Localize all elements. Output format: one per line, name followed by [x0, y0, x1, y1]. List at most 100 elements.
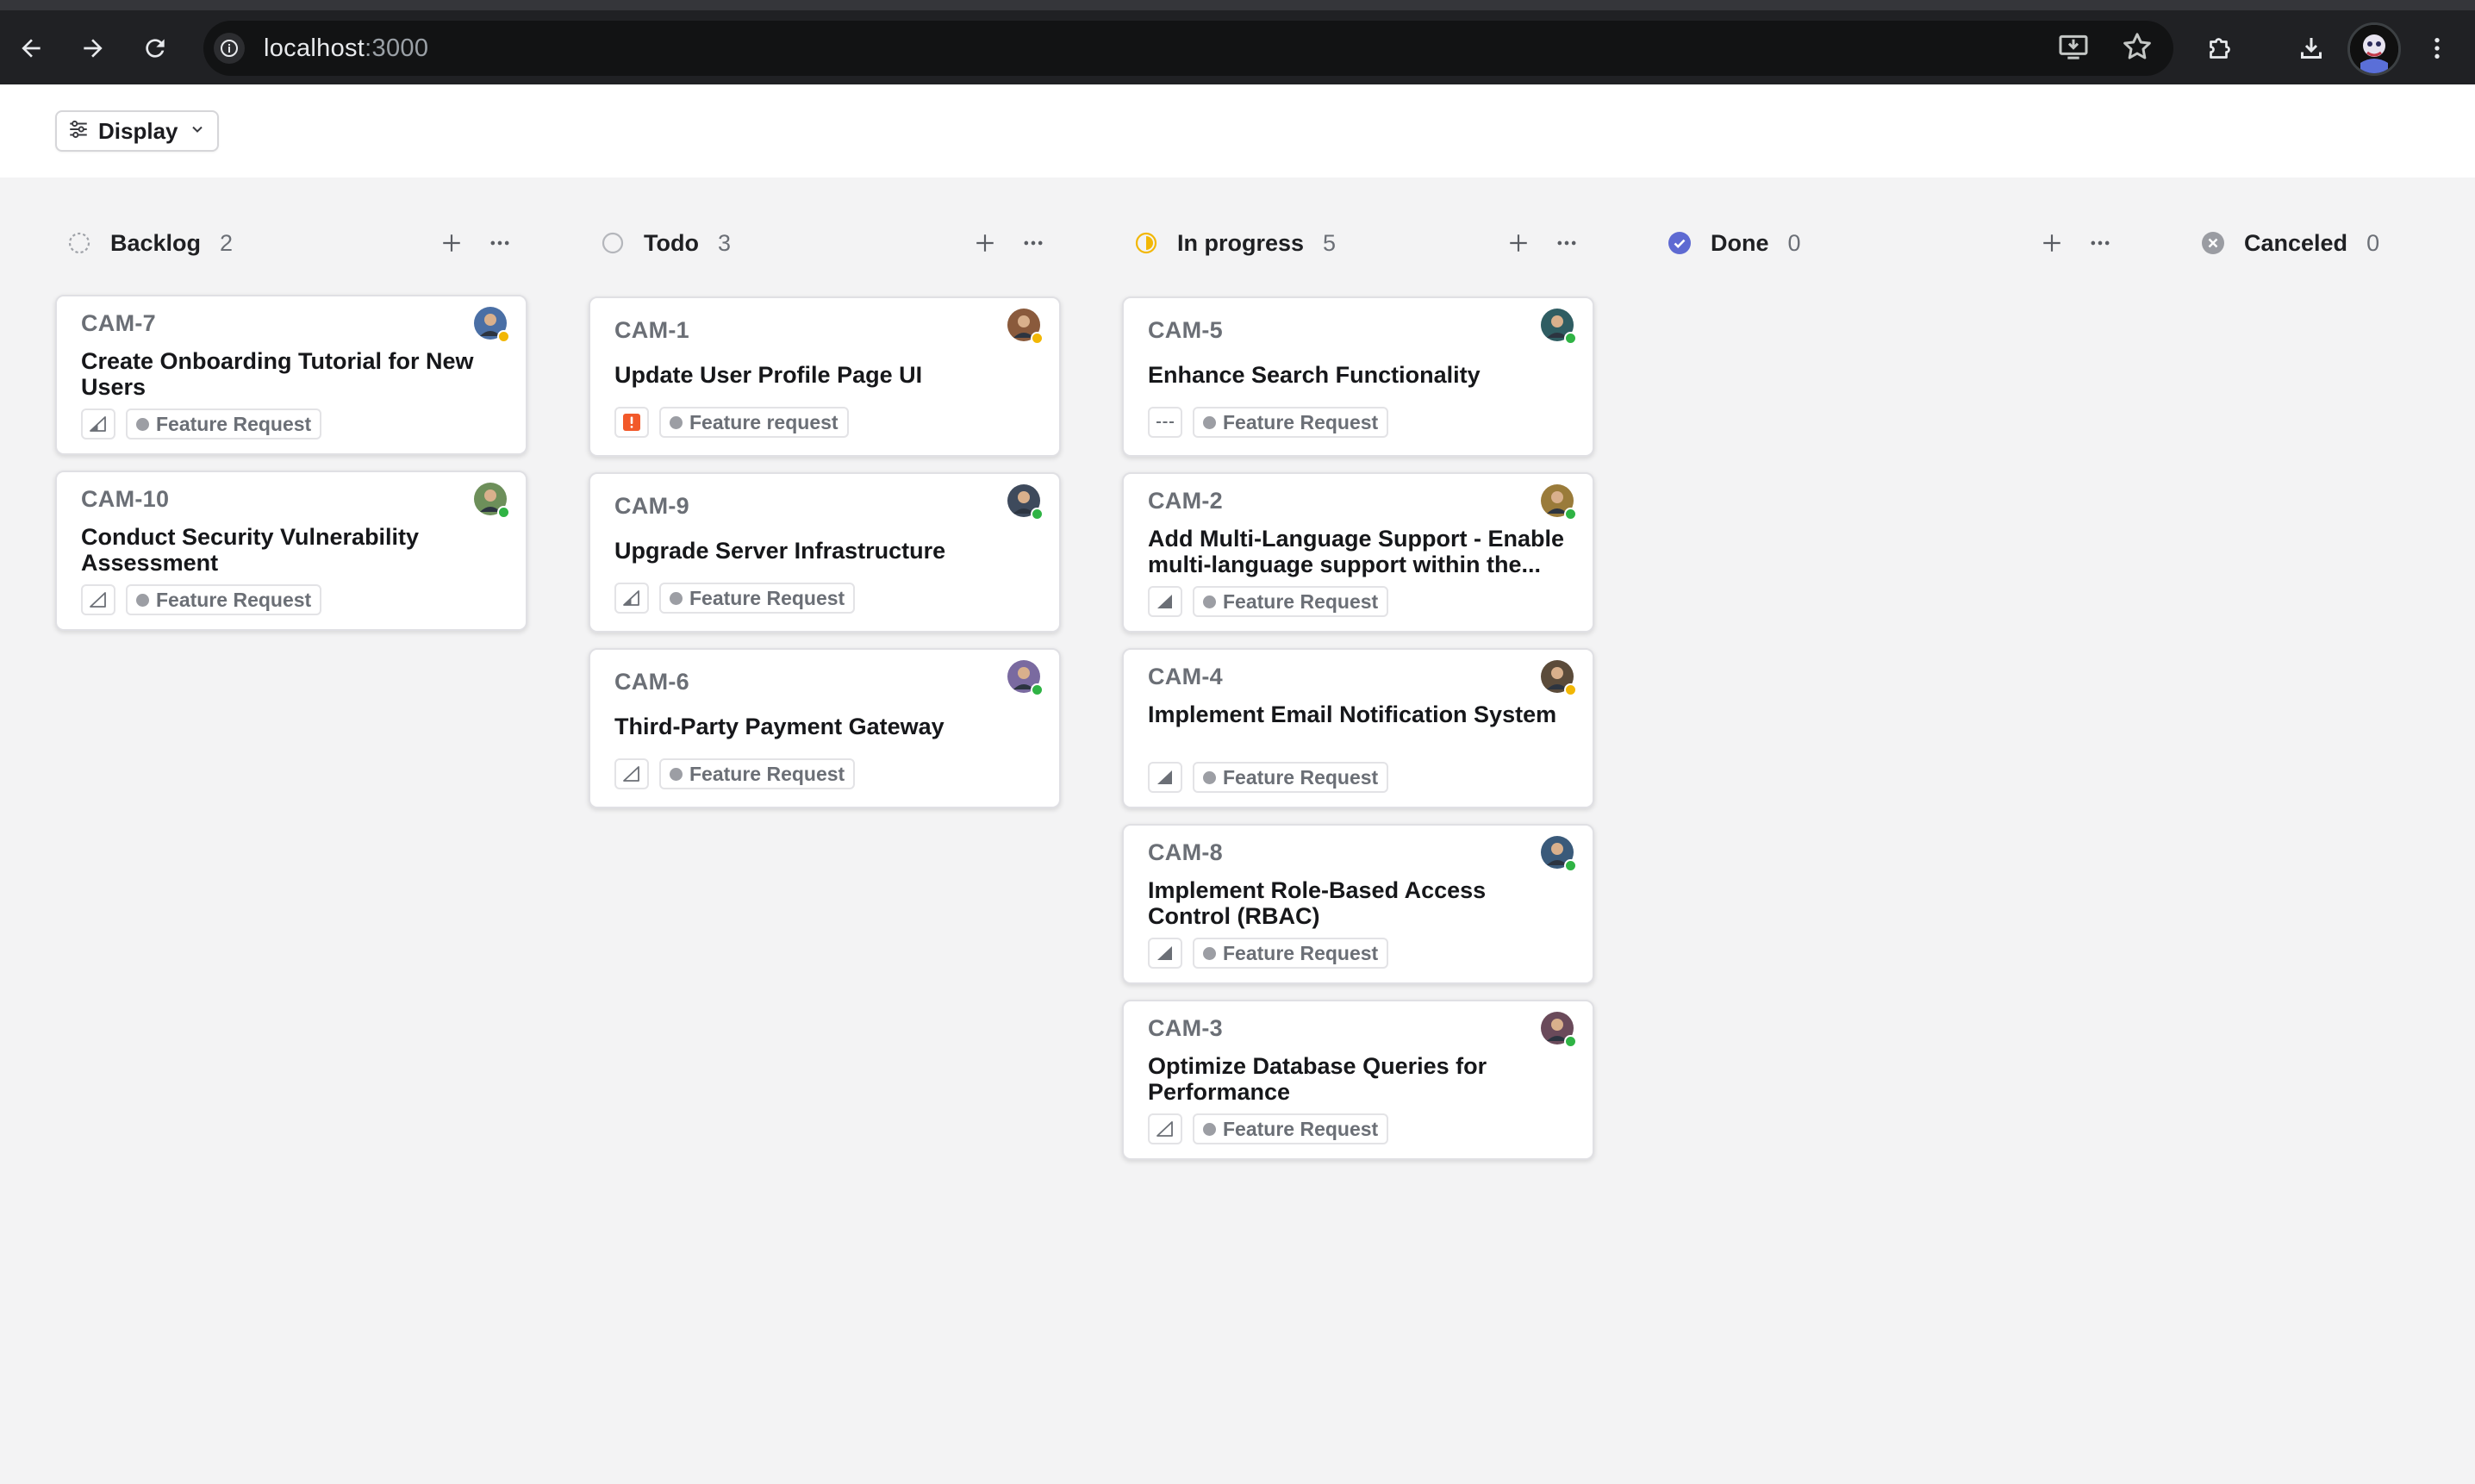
issue-id: CAM-5 [1148, 317, 1223, 343]
add-issue-icon[interactable] [969, 228, 1001, 259]
label-chip[interactable]: Feature Request [1193, 762, 1389, 793]
issue-title: Conduct Security Vulnerability Assessmen… [81, 524, 420, 576]
issue-card[interactable]: CAM-3 Optimize Database Queries for Perfo… [1122, 1000, 1594, 1160]
low-priority-icon[interactable] [81, 584, 115, 615]
chevron-down-icon [189, 121, 206, 142]
column-header: Canceled 0 [2189, 222, 2475, 264]
assignee-avatar[interactable] [1007, 484, 1044, 521]
column-more-icon[interactable] [2083, 228, 2117, 259]
column-more-icon[interactable] [1549, 228, 1584, 259]
card-footer: Feature request [614, 407, 849, 438]
reload-icon[interactable] [131, 24, 179, 72]
label-chip[interactable]: Feature Request [1193, 407, 1389, 438]
low-priority-icon[interactable] [1148, 1113, 1182, 1144]
issue-title: Create Onboarding Tutorial for New Users [81, 348, 474, 400]
display-button[interactable]: Display [55, 110, 219, 152]
column-header: Todo 3 [589, 222, 1061, 264]
browser-menu-icon[interactable] [2413, 24, 2461, 72]
column-title: Done [1711, 229, 1769, 256]
label-chip[interactable]: Feature request [659, 407, 849, 438]
issue-card[interactable]: CAM-7 Create Onboarding Tutorial for New … [55, 295, 527, 455]
downloads-icon[interactable] [2287, 24, 2335, 72]
assignee-avatar[interactable] [474, 307, 510, 343]
label-chip[interactable]: Feature Request [1193, 938, 1389, 969]
urgent-priority-icon[interactable] [614, 407, 649, 438]
address-bar[interactable]: localhost:3000 [203, 21, 2173, 76]
label-color-dot [1203, 1122, 1216, 1136]
label-text: Feature Request [156, 412, 312, 435]
card-footer: Feature Request [1148, 586, 1389, 617]
issue-card[interactable]: CAM-6 Third-Party Payment Gateway Feature … [589, 648, 1061, 808]
issue-card[interactable]: CAM-10 Conduct Security Vulnerability Ass… [55, 471, 527, 631]
column-header: Backlog 2 [55, 222, 527, 264]
issue-card[interactable]: CAM-9 Upgrade Server Infrastructure Featur… [589, 472, 1061, 633]
issue-card[interactable]: CAM-2 Add Multi-Language Support - Enable… [1122, 472, 1594, 633]
label-color-dot [1203, 946, 1216, 960]
label-color-dot [670, 767, 683, 781]
label-chip[interactable]: Feature Request [659, 758, 856, 789]
label-color-dot [1203, 595, 1216, 608]
issue-card[interactable]: CAM-5 Enhance Search Functionality Feature… [1122, 296, 1594, 457]
column-count: 5 [1323, 229, 1337, 256]
site-info-icon[interactable] [214, 33, 245, 64]
card-footer: Feature Request [81, 408, 322, 440]
forward-icon[interactable] [69, 24, 117, 72]
profile-avatar[interactable] [2347, 22, 2401, 76]
issue-id: CAM-8 [1148, 839, 1223, 865]
url-text: localhost:3000 [264, 34, 429, 62]
issue-card[interactable]: CAM-8 Implement Role-Based Access Control… [1122, 824, 1594, 984]
assignee-avatar[interactable] [1007, 309, 1044, 345]
column-title: Todo [644, 229, 699, 256]
label-color-dot [1203, 415, 1216, 429]
issue-id: CAM-6 [614, 669, 689, 695]
column-more-icon[interactable] [483, 228, 517, 259]
display-settings-icon [67, 118, 90, 145]
label-chip[interactable]: Feature Request [1193, 1113, 1389, 1144]
no-priority-icon[interactable] [1148, 407, 1182, 438]
assignee-avatar[interactable] [1541, 309, 1577, 345]
issue-title: Third-Party Payment Gateway [614, 714, 944, 739]
issue-card[interactable]: CAM-1 Update User Profile Page UI Feature … [589, 296, 1061, 457]
label-text: Feature request [689, 410, 839, 433]
assignee-avatar[interactable] [1541, 836, 1577, 872]
label-text: Feature Request [1223, 410, 1379, 433]
column-count: 0 [1787, 229, 1801, 256]
back-icon[interactable] [7, 24, 55, 72]
assignee-avatar[interactable] [1541, 660, 1577, 696]
issue-title: Enhance Search Functionality [1148, 362, 1481, 388]
high-priority-icon[interactable] [1148, 938, 1182, 969]
issue-title: Add Multi-Language Support - Enable mult… [1148, 526, 1564, 577]
assignee-avatar[interactable] [1541, 484, 1577, 521]
column-header: Done 0 [1655, 222, 2128, 264]
low-priority-icon[interactable] [614, 758, 649, 789]
add-issue-icon[interactable] [436, 228, 467, 259]
assignee-avatar[interactable] [1007, 660, 1044, 696]
column-count: 2 [220, 229, 234, 256]
label-text: Feature Request [1223, 589, 1379, 613]
card-footer: Feature Request [81, 584, 322, 615]
add-issue-icon[interactable] [1503, 228, 1534, 259]
issue-card[interactable]: CAM-4 Implement Email Notification System… [1122, 648, 1594, 808]
extensions-icon[interactable] [2196, 24, 2244, 72]
label-text: Feature Request [689, 586, 845, 609]
column-count: 0 [2366, 229, 2380, 256]
high-priority-icon[interactable] [1148, 762, 1182, 793]
bookmark-star-icon[interactable] [2120, 29, 2154, 64]
add-issue-icon[interactable] [2036, 228, 2067, 259]
column-title: Backlog [110, 229, 202, 256]
install-app-icon[interactable] [2056, 29, 2091, 64]
label-chip[interactable]: Feature Request [1193, 586, 1389, 617]
assignee-avatar[interactable] [474, 483, 510, 519]
label-chip[interactable]: Feature Request [659, 583, 856, 614]
status-dot [1564, 1035, 1577, 1048]
column-more-icon[interactable] [1016, 228, 1050, 259]
medium-priority-icon[interactable] [614, 583, 649, 614]
label-chip[interactable]: Feature Request [126, 584, 322, 615]
column-count: 3 [717, 229, 731, 256]
label-chip[interactable]: Feature Request [126, 408, 322, 440]
label-color-dot [136, 417, 149, 431]
medium-priority-icon[interactable] [81, 408, 115, 440]
display-button-label: Display [98, 117, 178, 144]
high-priority-icon[interactable] [1148, 586, 1182, 617]
assignee-avatar[interactable] [1541, 1012, 1577, 1048]
